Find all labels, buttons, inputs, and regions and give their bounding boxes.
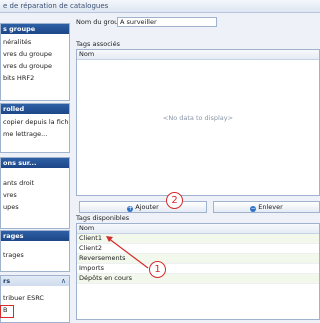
- sidebar-item-filtrages[interactable]: trages: [3, 249, 69, 261]
- sidebar-item-attribuer-esrc[interactable]: tribuer ESRC: [3, 292, 69, 304]
- sidebar: s groupe néralités vres du groupe vres d…: [0, 13, 72, 323]
- sidebar-item-ayants-droit[interactable]: ants droit: [3, 177, 69, 189]
- sidebar-panel-groupe: s groupe néralités vres du groupe vres d…: [0, 23, 70, 101]
- annotation-highlight-box: [0, 305, 14, 318]
- sidebar-panel-header[interactable]: rages: [1, 231, 69, 241]
- sidebar-item-livres-groupe[interactable]: vres du groupe: [3, 48, 69, 60]
- sidebar-panel-header[interactable]: ons sur...: [1, 158, 69, 168]
- sidebar-item-livres-groupe-2[interactable]: vres du groupe: [3, 60, 69, 72]
- sidebar-item-copier[interactable]: copier depuis la fiche AD: [3, 116, 69, 128]
- chevron-up-icon[interactable]: ∧: [61, 276, 66, 286]
- annotation-arrow: [106, 236, 149, 269]
- sidebar-item-generalites[interactable]: néralités: [3, 36, 69, 48]
- sidebar-panel-header[interactable]: s groupe: [1, 24, 69, 34]
- sidebar-panel-header[interactable]: rs: [1, 276, 69, 286]
- sidebar-panel-header[interactable]: rolled: [1, 104, 69, 114]
- window-title: e de réparation de catalogues: [0, 0, 320, 13]
- sidebar-panel-rolled: rolled copier depuis la fiche AD me lett…: [0, 103, 70, 153]
- sidebar-item-lettrage[interactable]: me lettrage...: [3, 128, 69, 140]
- sidebar-item-groupes[interactable]: upes: [3, 201, 69, 213]
- sidebar-item-debits-hrf2[interactable]: bits HRF2: [3, 72, 69, 84]
- sidebar-panel-rages: rages trages: [0, 230, 70, 272]
- main-content: Nom du groupe A surveiller Tags associés…: [76, 13, 320, 320]
- annotation-badge-1: 1: [149, 261, 166, 278]
- annotation-badge-2: 2: [166, 192, 183, 209]
- sidebar-panel-sur: ons sur... ants droit vres upes: [0, 157, 70, 229]
- sidebar-item-livres[interactable]: vres: [3, 189, 69, 201]
